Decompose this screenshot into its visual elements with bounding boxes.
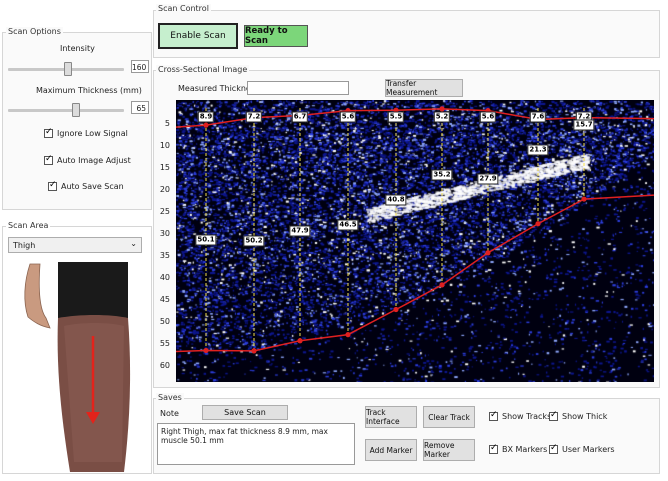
note-textarea[interactable]: Right Thigh, max fat thickness 8.9 mm, m… <box>157 423 355 465</box>
checkbox-label: Ignore Low Signal <box>57 129 128 138</box>
checkbox-label: Show Thick <box>562 412 608 421</box>
marker-labels: 8.9 50.1 7.2 50.2 6.7 47.9 5.6 46.5 5.5 40.8 5.2 35… <box>176 100 654 382</box>
muscle-thickness-label: 21.3 <box>527 144 549 156</box>
y-tick: 55 <box>159 339 170 348</box>
user-markers-checkbox[interactable]: User Markers <box>549 443 615 454</box>
y-tick: 35 <box>159 251 170 260</box>
shorts-shape <box>58 262 128 322</box>
y-tick: 60 <box>159 361 170 370</box>
fat-thickness-label: 7.2 <box>245 111 263 123</box>
y-tick: 40 <box>159 273 170 282</box>
scan-area-selected: Thigh <box>13 240 36 250</box>
saves-title: Saves <box>156 393 184 402</box>
muscle-thickness-label: 50.1 <box>195 234 217 246</box>
y-tick: 30 <box>159 229 170 238</box>
add-marker-button[interactable]: Add Marker <box>365 439 417 461</box>
fat-thickness-label: 5.6 <box>339 111 357 123</box>
ready-to-scan-status: Ready to Scan <box>244 25 308 47</box>
auto-image-adjust-checkbox[interactable]: Auto Image Adjust <box>44 154 131 165</box>
muscle-thickness-label: 46.5 <box>337 219 359 231</box>
intensity-label: Intensity <box>60 44 95 53</box>
note-label: Note <box>160 409 179 418</box>
fat-thickness-label: 5.2 <box>433 111 451 123</box>
checkbox-box[interactable] <box>44 154 53 165</box>
checkbox-label: User Markers <box>562 445 615 454</box>
checkbox-label: Show Tracks <box>502 412 552 421</box>
fat-thickness-label: 8.9 <box>197 111 215 123</box>
y-tick: 45 <box>159 295 170 304</box>
checkbox-box[interactable] <box>44 127 53 138</box>
intensity-value[interactable]: 160 <box>131 60 149 73</box>
show-tracks-checkbox[interactable]: Show Tracks <box>489 410 552 421</box>
muscle-thickness-label: 47.9 <box>289 225 311 237</box>
measured-thickness-input[interactable] <box>247 81 349 95</box>
track-interface-button[interactable]: Track Interface <box>365 406 417 428</box>
clear-track-button[interactable]: Clear Track <box>423 406 475 428</box>
fat-thickness-label: 6.7 <box>291 111 309 123</box>
y-tick: 10 <box>159 141 170 150</box>
depth-axis: 5 10 15 20 25 30 35 40 45 50 55 60 <box>156 100 174 384</box>
fat-thickness-label: 7.6 <box>529 111 547 123</box>
ultrasound-image[interactable]: 8.9 50.1 7.2 50.2 6.7 47.9 5.6 46.5 5.5 40.8 5.2 35… <box>176 100 654 382</box>
max-thickness-value[interactable]: 65 <box>131 101 149 114</box>
intensity-slider-thumb[interactable] <box>64 62 72 76</box>
enable-scan-button[interactable]: Enable Scan <box>158 23 238 49</box>
checkbox-box[interactable] <box>549 443 558 454</box>
checkbox-box[interactable] <box>549 410 558 421</box>
checkbox-label: Auto Image Adjust <box>57 156 131 165</box>
checkbox-label: Auto Save Scan <box>61 182 124 191</box>
chevron-down-icon: ⌄ <box>130 239 137 248</box>
y-tick: 15 <box>159 163 170 172</box>
show-thick-checkbox[interactable]: Show Thick <box>549 410 608 421</box>
max-thickness-slider-thumb[interactable] <box>72 103 80 117</box>
muscle-thickness-label: 27.9 <box>477 173 499 185</box>
scan-area-title: Scan Area <box>6 221 51 230</box>
checkbox-label: BX Markers <box>502 445 548 454</box>
save-scan-button[interactable]: Save Scan <box>202 405 288 420</box>
fat-thickness-label: 5.6 <box>479 111 497 123</box>
y-tick: 5 <box>164 119 170 128</box>
muscle-thickness-label: 40.8 <box>385 194 407 206</box>
scan-control-title: Scan Control <box>156 4 211 13</box>
y-tick: 20 <box>159 185 170 194</box>
arm-shape <box>24 263 51 329</box>
auto-save-scan-checkbox[interactable]: Auto Save Scan <box>48 180 124 191</box>
ignore-low-signal-checkbox[interactable]: Ignore Low Signal <box>44 127 128 138</box>
thigh-illustration <box>24 262 131 472</box>
fat-thickness-label: 5.5 <box>387 111 405 123</box>
remove-marker-button[interactable]: Remove Marker <box>423 439 475 461</box>
muscle-thickness-label: 15.7 <box>573 119 595 131</box>
max-thickness-label: Maximum Thickness (mm) <box>36 86 142 95</box>
scan-options-title: Scan Options <box>6 27 63 36</box>
checkbox-box[interactable] <box>489 410 498 421</box>
checkbox-box[interactable] <box>48 180 57 191</box>
muscle-thickness-label: 35.2 <box>431 169 453 181</box>
y-tick: 50 <box>159 317 170 326</box>
bx-markers-checkbox[interactable]: BX Markers <box>489 443 548 454</box>
scan-area-select[interactable]: Thigh ⌄ <box>8 237 142 253</box>
cross-section-title: Cross-Sectional Image <box>156 65 250 74</box>
max-thickness-slider[interactable] <box>8 109 124 112</box>
transfer-measurement-button[interactable]: Transfer Measurement <box>385 79 463 97</box>
checkbox-box[interactable] <box>489 443 498 454</box>
y-tick: 25 <box>159 207 170 216</box>
muscle-thickness-label: 50.2 <box>243 235 265 247</box>
